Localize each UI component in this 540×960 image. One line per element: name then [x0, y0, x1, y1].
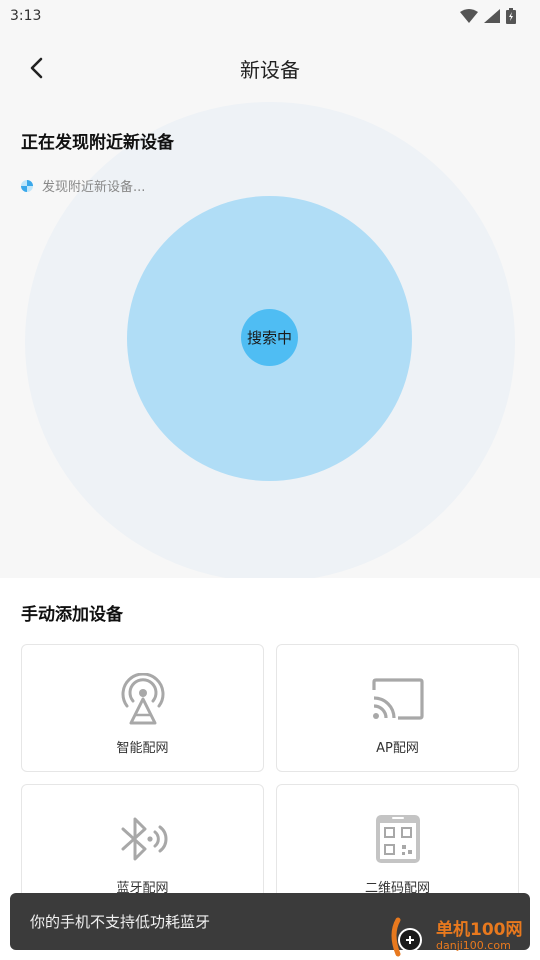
toast-text: 你的手机不支持低功耗蓝牙 [30, 913, 211, 931]
smart-config-label: 智能配网 [116, 741, 169, 756]
watermark: 单机100网 danji100.com [388, 912, 540, 960]
watermark-url: danji100.com [436, 938, 511, 952]
status-time: 3:13 [10, 8, 42, 24]
status-bar: 3:13 [0, 0, 540, 32]
antenna-icon [117, 673, 169, 725]
chevron-left-icon [30, 57, 43, 79]
smart-config-card[interactable]: 智能配网 [21, 644, 264, 772]
navigation-bar: 新设备 [0, 40, 540, 96]
manual-add-title: 手动添加设备 [21, 605, 123, 625]
page-title: 新设备 [240, 57, 300, 82]
wifi-icon [460, 9, 478, 23]
watermark-title: 单机100网 [436, 919, 523, 940]
cast-icon [371, 673, 424, 725]
searching-indicator: 搜索中 [241, 309, 298, 366]
qr-code-icon [372, 813, 424, 865]
battery-icon [506, 8, 516, 24]
ap-config-card[interactable]: AP配网 [276, 644, 519, 772]
discover-status-text: 发现附近新设备... [42, 180, 146, 195]
signal-icon [484, 9, 500, 23]
loading-spinner-icon [21, 179, 33, 192]
status-icons [460, 8, 516, 24]
bluetooth-icon [117, 813, 169, 865]
discover-status: 发现附近新设备... [20, 176, 145, 195]
discover-title: 正在发现附近新设备 [21, 133, 174, 153]
discover-section: 搜索中 正在发现附近新设备 发现附近新设备... [0, 96, 540, 578]
searching-label: 搜索中 [246, 329, 292, 347]
watermark-logo-icon [391, 917, 422, 957]
ap-config-label: AP配网 [376, 741, 419, 756]
back-button[interactable] [18, 50, 54, 86]
